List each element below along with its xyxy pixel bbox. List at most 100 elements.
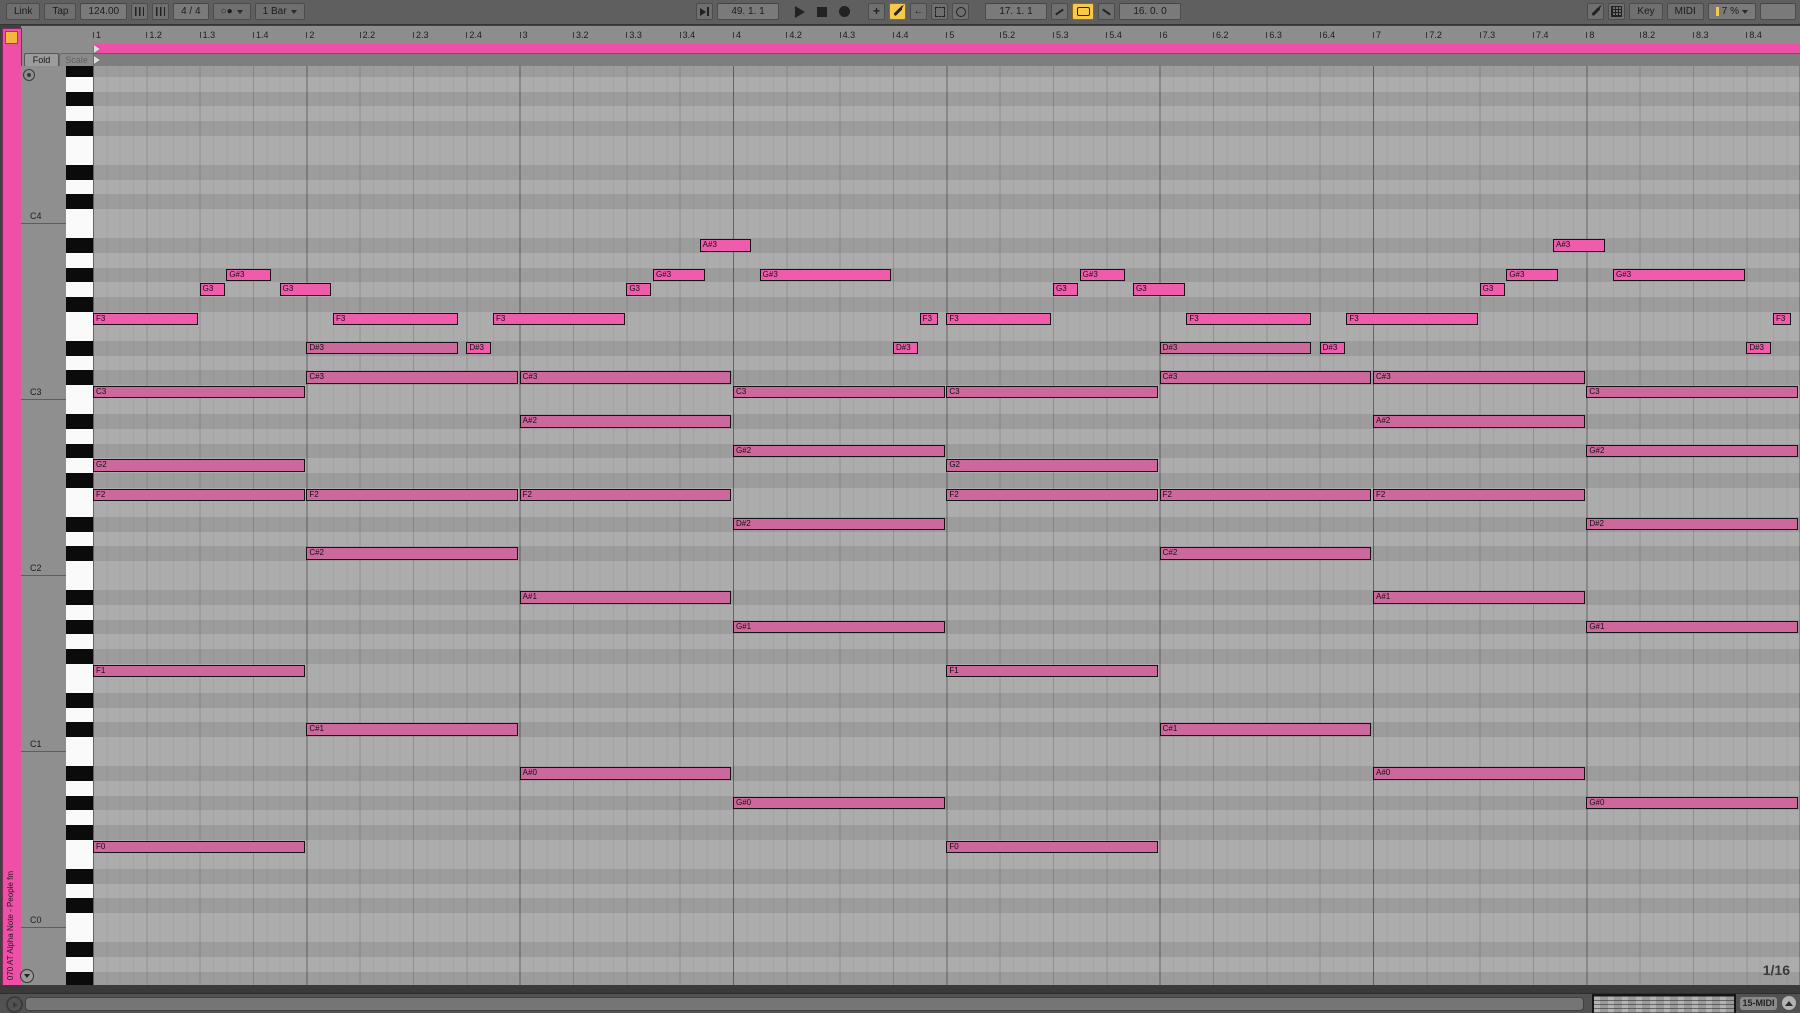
piano-key-C#4[interactable] xyxy=(66,194,93,209)
midi-note-F2[interactable]: F2 xyxy=(93,489,305,502)
piano-key-A2[interactable] xyxy=(66,429,93,444)
link-button[interactable]: Link xyxy=(6,3,40,20)
piano-key-G#1[interactable] xyxy=(66,620,93,635)
back-to-arrangement-button[interactable]: ← xyxy=(910,3,927,20)
midi-note-G3[interactable]: G3 xyxy=(626,283,651,296)
punch-out-button[interactable] xyxy=(1098,3,1115,20)
piano-key-G#0[interactable] xyxy=(66,796,93,811)
play-button[interactable] xyxy=(795,6,805,18)
session-record-button[interactable] xyxy=(931,3,948,20)
piano-key-A1[interactable] xyxy=(66,605,93,620)
piano-key-F#0[interactable] xyxy=(66,825,93,840)
midi-note-C3[interactable]: C3 xyxy=(733,386,945,399)
midi-note-F2[interactable]: F2 xyxy=(1160,489,1372,502)
midi-note-G#3[interactable]: G#3 xyxy=(1506,269,1558,282)
midi-note-A#2[interactable]: A#2 xyxy=(520,415,732,428)
record-button[interactable] xyxy=(839,6,850,17)
piano-key-G#3[interactable] xyxy=(66,268,93,283)
midi-note-F1[interactable]: F1 xyxy=(946,665,1158,678)
loop-button[interactable] xyxy=(1072,3,1094,20)
piano-key-C#1[interactable] xyxy=(66,722,93,737)
piano-key-D1[interactable] xyxy=(66,708,93,723)
piano-key-F#4[interactable] xyxy=(66,121,93,136)
piano-key-F0[interactable] xyxy=(66,840,93,855)
midi-note-D#3[interactable]: D#3 xyxy=(1320,342,1345,355)
clip-overview-thumbnail[interactable] xyxy=(1592,994,1736,1013)
loop-start-field[interactable]: 17. 1. 1 xyxy=(985,3,1047,20)
tempo-field[interactable]: 124.00 xyxy=(80,3,127,20)
midi-note-G2[interactable]: G2 xyxy=(946,459,1158,472)
piano-key-C3[interactable] xyxy=(66,385,93,400)
midi-note-D#3[interactable]: D#3 xyxy=(1160,342,1312,355)
midi-note-G3[interactable]: G3 xyxy=(1053,283,1078,296)
midi-note-C#2[interactable]: C#2 xyxy=(306,547,518,560)
piano-key-C#2[interactable] xyxy=(66,546,93,561)
midi-note-D#3[interactable]: D#3 xyxy=(893,342,918,355)
midi-map-button[interactable]: MIDI xyxy=(1667,3,1704,20)
computer-midi-keyboard-button[interactable] xyxy=(1608,3,1625,20)
midi-note-F3[interactable]: F3 xyxy=(1186,313,1311,326)
midi-note-G2[interactable]: G2 xyxy=(93,459,305,472)
piano-key-B1[interactable] xyxy=(66,576,93,591)
midi-note-C#3[interactable]: C#3 xyxy=(1160,371,1372,384)
piano-key-A-1[interactable] xyxy=(66,957,93,972)
midi-note-A#3[interactable]: A#3 xyxy=(700,239,752,252)
midi-note-F2[interactable]: F2 xyxy=(520,489,732,502)
piano-key-C1[interactable] xyxy=(66,737,93,752)
piano-key-G#2[interactable] xyxy=(66,444,93,459)
piano-key-C#3[interactable] xyxy=(66,370,93,385)
midi-note-G#2[interactable]: G#2 xyxy=(733,445,945,458)
midi-note-G#3[interactable]: G#3 xyxy=(1080,269,1125,282)
piano-key-G3[interactable] xyxy=(66,282,93,297)
tap-tempo-button[interactable]: Tap xyxy=(44,3,76,20)
piano-key-E1[interactable] xyxy=(66,678,93,693)
midi-note-A#2[interactable]: A#2 xyxy=(1373,415,1585,428)
midi-note-C#3[interactable]: C#3 xyxy=(1373,371,1585,384)
piano-key-B-1[interactable] xyxy=(66,928,93,943)
piano-key-A#1[interactable] xyxy=(66,590,93,605)
piano-key-B0[interactable] xyxy=(66,752,93,767)
midi-note-C3[interactable]: C3 xyxy=(1586,386,1798,399)
piano-key-A3[interactable] xyxy=(66,253,93,268)
piano-key-F#2[interactable] xyxy=(66,473,93,488)
piano-key-A#2[interactable] xyxy=(66,414,93,429)
piano-key-B2[interactable] xyxy=(66,400,93,415)
piano-key-C#0[interactable] xyxy=(66,898,93,913)
midi-note-G#0[interactable]: G#0 xyxy=(1586,797,1798,810)
clip-color-swatch[interactable] xyxy=(5,31,18,44)
midi-note-F3[interactable]: F3 xyxy=(93,313,198,326)
midi-note-G#3[interactable]: G#3 xyxy=(760,269,892,282)
midi-note-G#3[interactable]: G#3 xyxy=(226,269,271,282)
cpu-meter[interactable]: 7 % xyxy=(1708,3,1756,20)
stop-button[interactable] xyxy=(817,7,827,17)
midi-note-C#1[interactable]: C#1 xyxy=(306,723,518,736)
piano-key-A0[interactable] xyxy=(66,781,93,796)
piano-key-G0[interactable] xyxy=(66,810,93,825)
quantize-menu[interactable]: 1 Bar xyxy=(255,3,305,20)
draw-mode-button[interactable] xyxy=(889,3,906,20)
piano-key-G1[interactable] xyxy=(66,634,93,649)
piano-key-F#3[interactable] xyxy=(66,297,93,312)
loop-start-marker-icon[interactable] xyxy=(94,45,100,53)
piano-keyboard[interactable] xyxy=(66,66,94,985)
piano-key-D#4[interactable] xyxy=(66,165,93,180)
groove-menu[interactable]: ○● xyxy=(213,3,251,20)
midi-note-D#3[interactable]: D#3 xyxy=(1746,342,1771,355)
midi-note-A#1[interactable]: A#1 xyxy=(1373,591,1585,604)
follow-button[interactable] xyxy=(696,3,713,20)
loop-region-bar[interactable] xyxy=(93,44,1800,53)
midi-note-G3[interactable]: G3 xyxy=(280,283,332,296)
midi-note-D#2[interactable]: D#2 xyxy=(1586,518,1798,531)
midi-note-F0[interactable]: F0 xyxy=(946,841,1158,854)
piano-key-A#4[interactable] xyxy=(66,66,93,77)
overdub-button[interactable]: + xyxy=(868,3,885,20)
piano-key-F1[interactable] xyxy=(66,664,93,679)
midi-note-C3[interactable]: C3 xyxy=(93,386,305,399)
loop-length-field[interactable]: 16. 0. 0 xyxy=(1119,3,1181,20)
piano-key-B3[interactable] xyxy=(66,224,93,239)
midi-note-C#2[interactable]: C#2 xyxy=(1160,547,1372,560)
midi-note-C#3[interactable]: C#3 xyxy=(306,371,518,384)
piano-key-F#1[interactable] xyxy=(66,649,93,664)
clip-preview-button[interactable] xyxy=(6,996,23,1013)
midi-note-C#1[interactable]: C#1 xyxy=(1160,723,1372,736)
